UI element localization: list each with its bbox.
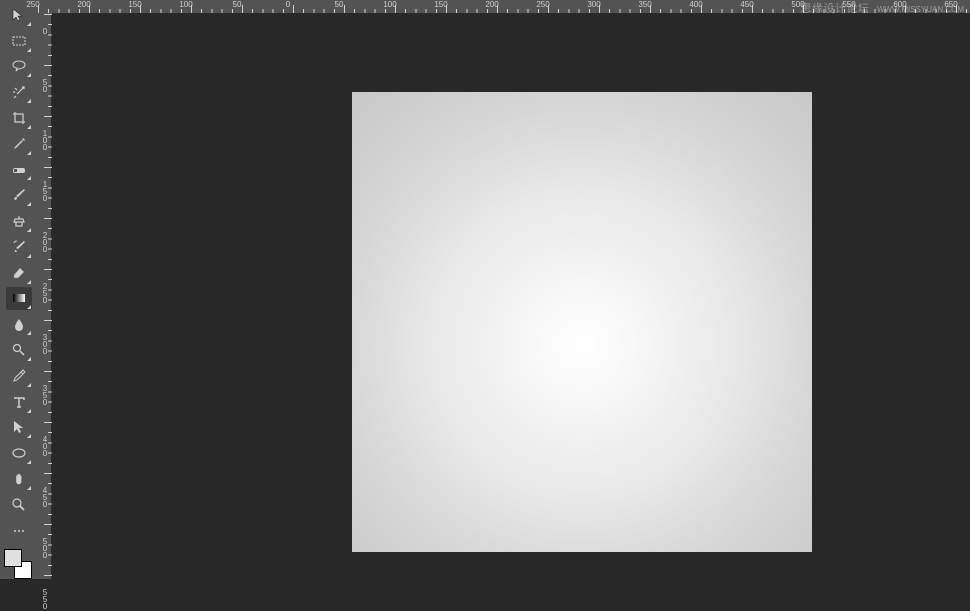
eraser-tool[interactable] [6,261,32,285]
canvas-area[interactable] [52,14,970,579]
brush-tool[interactable] [6,183,32,207]
hand-tool[interactable] [6,467,32,491]
ruler-tick-label: 50 [335,0,344,9]
ruler-tick-label: 350 [638,0,651,9]
ruler-tick-label: 200 [485,0,498,9]
ruler-tick-label: 100 [179,0,192,9]
ruler-tick-label: 250 [536,0,549,9]
edit-toolbar[interactable] [6,519,32,543]
tools-panel [0,0,38,579]
crop-tool[interactable] [6,106,32,130]
magic-wand-tool[interactable] [6,80,32,104]
color-swatches[interactable] [4,549,34,579]
gradient-tool[interactable] [6,287,32,311]
ruler-tick-label: 50 [233,0,242,9]
foreground-color-swatch[interactable] [4,549,22,567]
ruler-tick-label: 400 [689,0,702,9]
ruler-tick-label: 300 [587,0,600,9]
ruler-tick-label: 250 [26,0,39,9]
ruler-tick-label: 150 [128,0,141,9]
history-brush-tool[interactable] [6,235,32,259]
watermark: 思缘设计论坛 WWW.MISSYUAN.COM [800,0,964,16]
path-selection-tool[interactable] [6,416,32,440]
watermark-url: WWW.MISSYUAN.COM [877,5,964,14]
lasso-tool[interactable] [6,55,32,79]
clone-stamp-tool[interactable] [6,209,32,233]
ruler-tick-label: 450 [740,0,753,9]
ruler-tick-label: 200 [77,0,90,9]
zoom-tool[interactable] [6,493,32,517]
document-canvas[interactable] [352,92,812,552]
healing-brush-tool[interactable] [6,158,32,182]
type-tool[interactable] [6,390,32,414]
ruler-tick-label: 100 [383,0,396,9]
ruler-tick-label: 150 [434,0,447,9]
dodge-tool[interactable] [6,338,32,362]
ruler-tick-label: 0 [286,0,290,9]
ellipse-tool[interactable] [6,441,32,465]
ruler-tick-label: 550 [39,589,51,610]
pen-tool[interactable] [6,364,32,388]
blur-tool[interactable] [6,312,32,336]
watermark-text: 思缘设计论坛 [800,3,869,15]
eyedropper-tool[interactable] [6,132,32,156]
rectangular-marquee-tool[interactable] [6,29,32,53]
